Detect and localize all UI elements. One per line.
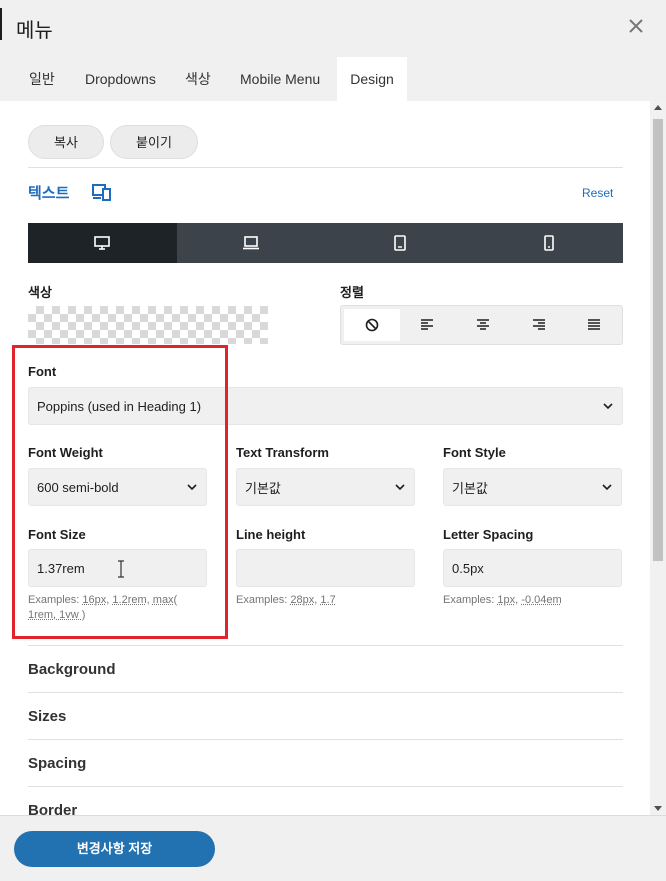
line-height-help-prefix: Examples:: [236, 594, 288, 606]
alignment-group: [340, 305, 623, 345]
color-picker-swatch[interactable]: [28, 306, 268, 344]
device-laptop[interactable]: [177, 223, 326, 263]
red-highlight-box: [12, 345, 228, 639]
align-right-icon: [532, 319, 545, 330]
align-center-button[interactable]: [455, 306, 511, 344]
tab-design[interactable]: Design: [337, 57, 407, 101]
tab-mobile-menu[interactable]: Mobile Menu: [240, 57, 320, 101]
letter-spacing-label: Letter Spacing: [443, 527, 534, 542]
font-style-value: 기본값: [452, 480, 488, 496]
desktop-icon: [94, 236, 111, 250]
tab-general[interactable]: 일반: [29, 57, 55, 101]
menu-modal: 메뉴 일반 Dropdowns 색상 Mobile Menu Design 복사…: [0, 0, 666, 881]
text-transform-label: Text Transform: [236, 445, 329, 460]
devices-icon[interactable]: [92, 183, 112, 201]
letter-spacing-example[interactable]: -0.04em: [521, 594, 561, 606]
reset-link[interactable]: Reset: [582, 186, 613, 200]
text-transform-value: 기본값: [245, 480, 281, 496]
line-height-input[interactable]: [236, 549, 415, 587]
divider: [28, 786, 623, 787]
device-tablet[interactable]: [326, 223, 475, 263]
modal-title: 메뉴: [16, 20, 53, 42]
scrollbar-thumb[interactable]: [653, 119, 663, 561]
align-center-icon: [476, 319, 489, 330]
scroll-down-icon[interactable]: [654, 806, 662, 811]
device-mobile[interactable]: [474, 223, 623, 263]
line-height-example[interactable]: 28px: [290, 594, 314, 606]
tab-bar: 일반 Dropdowns 색상 Mobile Menu Design: [0, 57, 666, 101]
font-style-select[interactable]: 기본값: [443, 468, 622, 506]
alignment-label: 정렬: [340, 285, 364, 300]
divider: [28, 692, 623, 693]
align-left-button[interactable]: [400, 306, 456, 344]
close-icon[interactable]: [626, 16, 646, 36]
copy-button[interactable]: 복사: [28, 125, 104, 159]
letter-spacing-input[interactable]: 0.5px: [443, 549, 622, 587]
mobile-icon: [543, 235, 554, 251]
color-label: 색상: [28, 285, 52, 300]
device-desktop[interactable]: [28, 223, 177, 263]
divider: [28, 645, 623, 646]
scrollbar[interactable]: [650, 101, 666, 815]
align-justify-icon: [588, 319, 601, 330]
chevron-down-icon: [395, 484, 405, 491]
letter-spacing-value: 0.5px: [452, 560, 484, 576]
tab-dropdowns[interactable]: Dropdowns: [85, 57, 156, 101]
line-height-help: Examples: 28px, 1.7: [236, 594, 336, 606]
scroll-up-icon[interactable]: [654, 105, 662, 110]
letter-spacing-help-prefix: Examples:: [443, 594, 495, 606]
divider: [28, 167, 623, 168]
line-height-label: Line height: [236, 527, 306, 542]
align-right-button[interactable]: [511, 306, 567, 344]
accordion-sizes[interactable]: Sizes: [28, 708, 66, 725]
text-section-title: 텍스트: [28, 185, 70, 202]
chevron-down-icon: [603, 403, 613, 410]
none-icon: [365, 318, 379, 332]
modal-footer: 변경사항 저장: [0, 815, 666, 881]
text-transform-select[interactable]: 기본값: [236, 468, 415, 506]
letter-spacing-help: Examples: 1px, -0.04em: [443, 594, 562, 606]
align-none-button[interactable]: [344, 309, 400, 341]
accordion-spacing[interactable]: Spacing: [28, 755, 86, 772]
accordion-background[interactable]: Background: [28, 661, 116, 678]
chevron-down-icon: [602, 484, 612, 491]
save-changes-button[interactable]: 변경사항 저장: [14, 831, 215, 867]
tablet-icon: [394, 235, 406, 251]
paste-button[interactable]: 붙이기: [110, 125, 198, 159]
align-left-icon: [421, 319, 434, 330]
divider: [28, 739, 623, 740]
modal-header: 메뉴: [0, 0, 666, 56]
font-style-label: Font Style: [443, 445, 506, 460]
line-height-example[interactable]: 1.7: [320, 594, 335, 606]
tab-colors[interactable]: 색상: [185, 57, 211, 101]
laptop-icon: [243, 236, 260, 250]
device-switcher: [28, 223, 623, 263]
letter-spacing-example[interactable]: 1px: [497, 594, 515, 606]
align-justify-button[interactable]: [566, 306, 622, 344]
